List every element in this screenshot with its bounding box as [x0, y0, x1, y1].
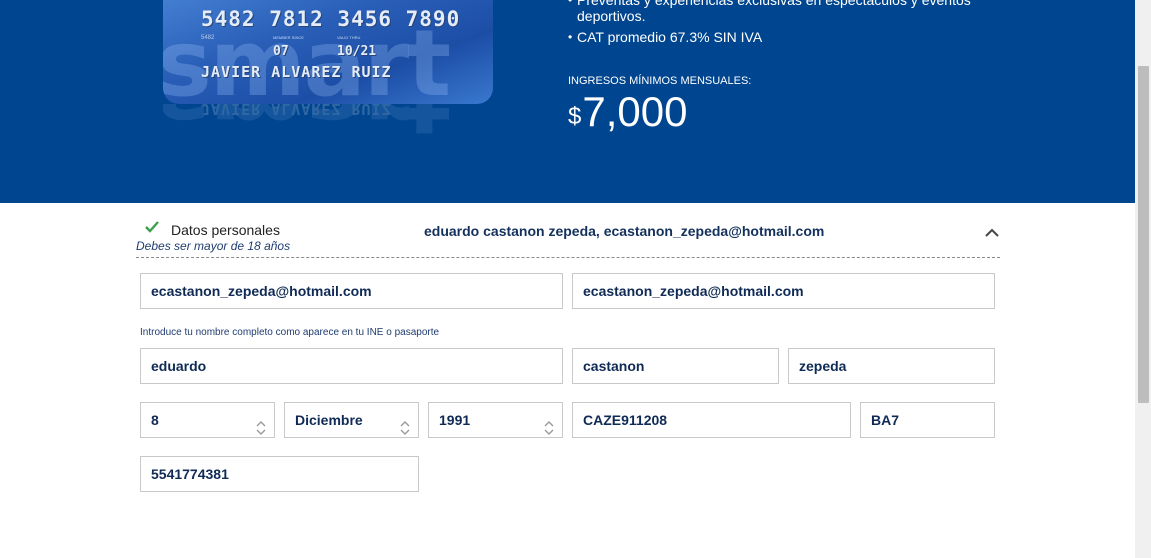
email-confirm-field[interactable]: ecastanon_zepeda@hotmail.com: [572, 273, 995, 309]
chevron-up-icon[interactable]: [984, 225, 1000, 243]
benefit-text: Preventas y experiencias exclusivas en e…: [577, 0, 971, 24]
homoclave-field[interactable]: BA7: [860, 402, 995, 438]
income-label: INGRESOS MÍNIMOS MENSUALES:: [568, 75, 752, 87]
member-since-label: MEMBER SINCE: [273, 35, 304, 40]
income-value: $ 7,000: [568, 88, 687, 136]
benefits-list: • Preventas y experiencias exclusivas en…: [568, 0, 1008, 50]
credit-card-image: smart 5482 7812 3456 7890 5482 MEMBER SI…: [163, 0, 493, 104]
second-last-name-field[interactable]: zepeda: [788, 348, 995, 384]
card-number: 5482 7812 3456 7890: [201, 7, 461, 31]
benefit-item: • Preventas y experiencias exclusivas en…: [568, 0, 1008, 24]
section-subtitle: Debes ser mayor de 18 años: [136, 239, 291, 253]
spinner-icon: [544, 413, 554, 447]
benefit-item: • CAT promedio 67.3% SIN IVA: [568, 29, 1008, 45]
personal-data-section-header[interactable]: Datos personales Debes ser mayor de 18 a…: [136, 217, 1000, 258]
phone-field[interactable]: 5541774381: [140, 456, 419, 492]
check-icon: [144, 220, 160, 239]
promo-banner: smart 5482 7812 3456 7890 5482 MEMBER SI…: [0, 0, 1135, 203]
email-field[interactable]: ecastanon_zepeda@hotmail.com: [140, 273, 563, 309]
benefit-text: CAT promedio 67.3% SIN IVA: [577, 29, 763, 45]
bullet-icon: •: [568, 0, 573, 7]
member-since: 07: [273, 44, 289, 59]
spinner-icon: [400, 413, 410, 447]
valid-thru: 10/21: [337, 44, 377, 59]
birth-year-value: 1991: [439, 412, 471, 428]
birth-day-value: 8: [151, 412, 159, 428]
first-name-field[interactable]: eduardo: [140, 348, 563, 384]
card-small-code: 5482: [201, 35, 215, 41]
currency-symbol: $: [568, 103, 582, 130]
name-hint: Introduce tu nombre completo como aparec…: [140, 327, 440, 338]
last-name-field[interactable]: castanon: [572, 348, 779, 384]
card-reflection: smart JAVIER ALVAREZ RUIZ: [163, 104, 493, 144]
birth-year-select[interactable]: 1991: [428, 402, 563, 438]
income-amount: 7,000: [582, 88, 688, 135]
section-title: Datos personales: [171, 222, 280, 238]
valid-thru-label: VALID THRU: [337, 35, 361, 40]
scrollbar-thumb[interactable]: [1138, 66, 1149, 403]
bullet-icon: •: [568, 30, 573, 44]
birth-day-select[interactable]: 8: [140, 402, 275, 438]
spinner-icon: [256, 413, 266, 447]
card-reflection-name: JAVIER ALVAREZ RUIZ: [201, 104, 392, 118]
birth-month-value: Diciembre: [295, 412, 363, 428]
card-holder-name: JAVIER ALVAREZ RUIZ: [201, 63, 392, 81]
section-summary: eduardo castanon zepeda, ecastanon_zeped…: [424, 223, 825, 239]
rfc-field[interactable]: CAZE911208: [572, 402, 851, 438]
birth-month-select[interactable]: Diciembre: [284, 402, 419, 438]
